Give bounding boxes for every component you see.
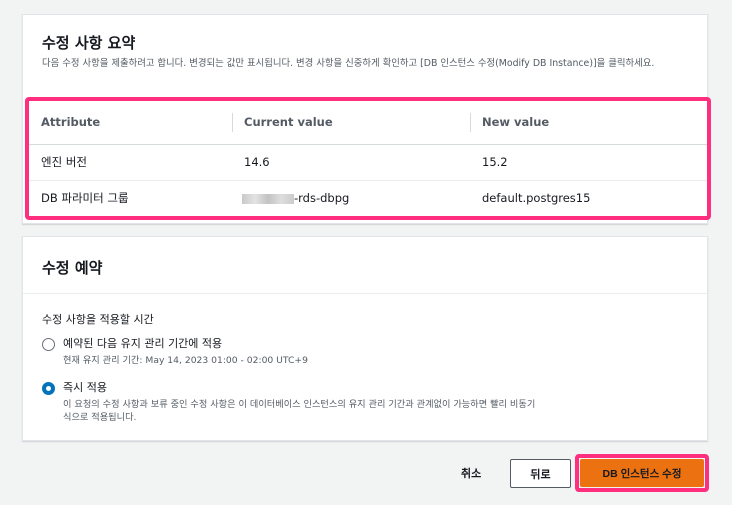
radio-text: 예약된 다음 유지 관리 기간에 적용 현재 유지 관리 기간: May 14,… [63, 337, 308, 367]
summary-description: 다음 수정 사항을 제출하려고 합니다. 변경되는 값만 표시됩니다. 변경 사… [42, 58, 655, 69]
radio-option-apply-immediately[interactable]: 즉시 적용 이 요청의 수정 사항과 보류 중인 수정 사항은 이 데이터베이스… [42, 381, 688, 424]
radio-checked[interactable] [42, 382, 55, 395]
radio-description: 이 요청의 수정 사항과 보류 중인 수정 사항은 이 데이터베이스 인스턴스의… [63, 399, 536, 423]
cancel-button[interactable]: 취소 [461, 465, 481, 481]
summary-title: 수정 사항 요약 [42, 34, 136, 52]
modification-schedule-panel: 수정 예약 수정 사항을 적용할 시간 예약된 다음 유지 관리 기간에 적용 … [22, 236, 708, 441]
summary-header: 수정 사항 요약 다음 수정 사항을 제출하려고 합니다. 변경되는 값만 표시… [23, 15, 707, 99]
table-highlight-outline [25, 97, 711, 220]
radio-unchecked[interactable] [42, 338, 55, 351]
radio-label: 즉시 적용 [63, 381, 107, 394]
schedule-header: 수정 예약 [23, 237, 707, 294]
apply-time-label: 수정 사항을 적용할 시간 [42, 313, 154, 326]
back-button[interactable]: 뒤로 [510, 459, 571, 488]
radio-description: 현재 유지 관리 기간: May 14, 2023 01:00 - 02:00 … [63, 355, 308, 366]
schedule-title: 수정 예약 [42, 259, 103, 277]
modify-db-instance-button[interactable]: DB 인스턴스 수정 [580, 459, 704, 487]
schedule-body: 수정 사항을 적용할 시간 예약된 다음 유지 관리 기간에 적용 현재 유지 … [23, 294, 707, 424]
footer-actions: 취소 뒤로 DB 인스턴스 수정 [0, 454, 732, 492]
radio-label: 예약된 다음 유지 관리 기간에 적용 [63, 337, 223, 350]
radio-option-next-maintenance[interactable]: 예약된 다음 유지 관리 기간에 적용 현재 유지 관리 기간: May 14,… [42, 337, 688, 367]
radio-text: 즉시 적용 이 요청의 수정 사항과 보류 중인 수정 사항은 이 데이터베이스… [63, 381, 538, 424]
